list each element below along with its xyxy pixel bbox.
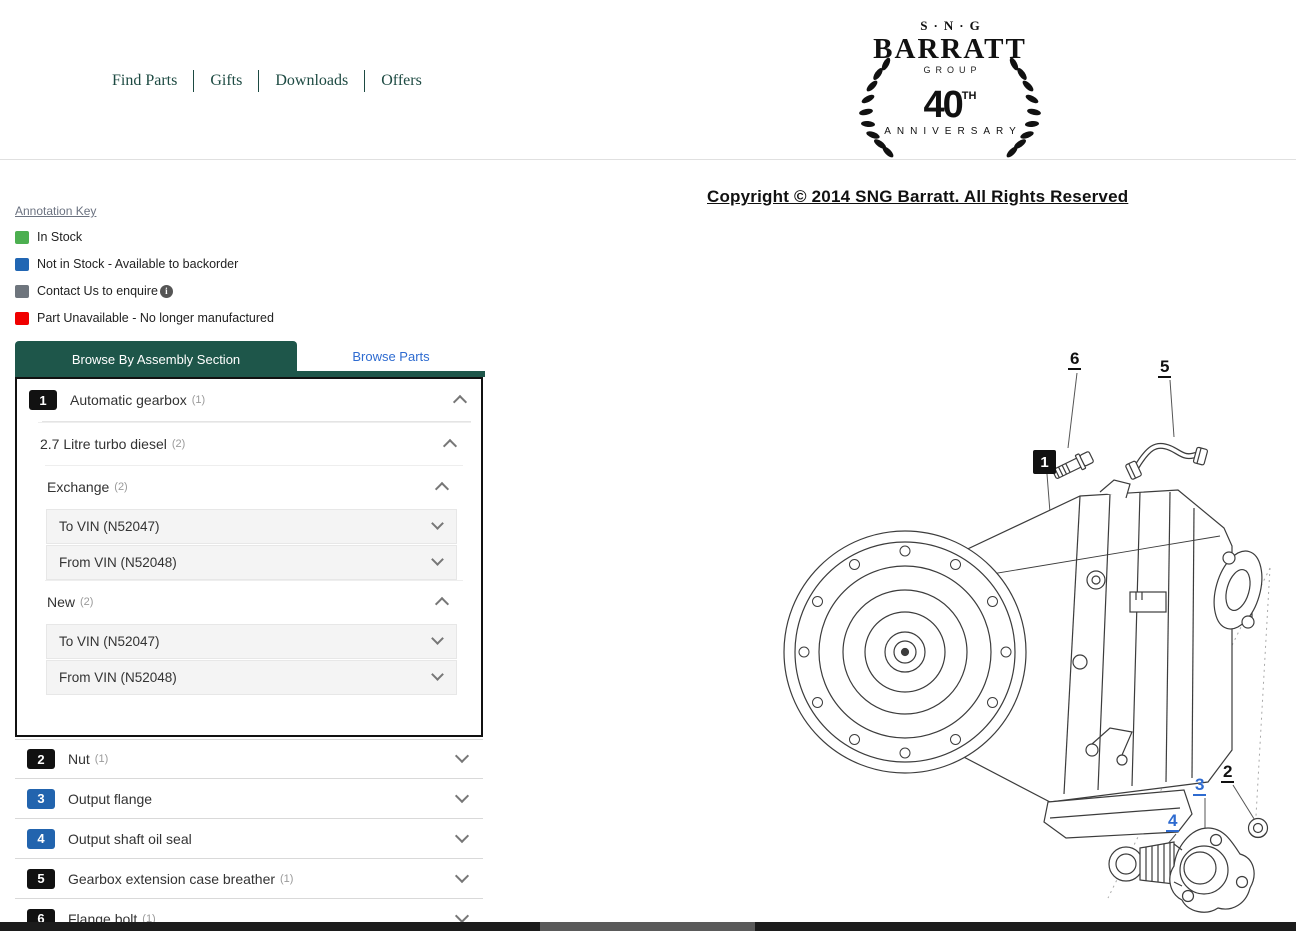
nav-find-parts[interactable]: Find Parts xyxy=(96,70,194,92)
group-label: New xyxy=(47,594,75,610)
section-output-flange[interactable]: 3 Output flange xyxy=(15,779,483,819)
variant-27-litre-turbo-diesel[interactable]: 2.7 Litre turbo diesel (2) xyxy=(38,422,471,465)
part-nut xyxy=(1249,819,1268,838)
part-flange-bolt xyxy=(1051,449,1095,481)
callout-4-oil-seal[interactable]: 4 xyxy=(1166,811,1179,832)
callout-5-breather[interactable]: 5 xyxy=(1158,357,1171,378)
chevron-down-icon xyxy=(431,553,444,566)
sng-barratt-logo: S·N·G BARRATT GROUP 40TH ANNIVERSARY xyxy=(852,18,1048,148)
option-exchange-to-vin[interactable]: To VIN (N52047) xyxy=(46,509,457,544)
laurel-left-icon xyxy=(850,56,896,160)
section-label: Automatic gearbox xyxy=(70,392,187,408)
option-label: To VIN (N52047) xyxy=(59,519,160,534)
legend-unavailable: Part Unavailable - No longer manufacture… xyxy=(15,311,274,325)
scrollbar-thumb[interactable] xyxy=(540,922,755,931)
legend-backorder: Not in Stock - Available to backorder xyxy=(15,257,274,271)
section-automatic-gearbox[interactable]: 1 Automatic gearbox (1) xyxy=(17,379,481,421)
option-label: From VIN (N52048) xyxy=(59,555,177,570)
group-new[interactable]: New (2) xyxy=(45,580,463,623)
part-breather-pipe xyxy=(1125,446,1208,480)
chevron-down-icon xyxy=(455,908,469,922)
page: Find Parts Gifts Downloads Offers xyxy=(0,0,1296,931)
section-label: Output flange xyxy=(68,791,152,807)
chevron-up-icon xyxy=(435,597,449,611)
legend-label: In Stock xyxy=(37,230,82,244)
chevron-down-icon xyxy=(431,632,444,645)
section-number-badge: 1 xyxy=(29,390,57,410)
tab-browse-parts[interactable]: Browse Parts xyxy=(297,341,485,371)
variant-label: 2.7 Litre turbo diesel xyxy=(40,436,167,452)
bell-housing xyxy=(784,531,1026,773)
assembly-section-panel: 1 Automatic gearbox (1) 2.7 Litre turbo … xyxy=(15,377,483,737)
chevron-down-icon xyxy=(455,788,469,802)
enquire-swatch-icon xyxy=(15,285,29,298)
variant-count: (2) xyxy=(172,438,185,450)
legend-label: Part Unavailable - No longer manufacture… xyxy=(37,311,274,325)
part-output-flange xyxy=(1109,828,1254,912)
nav-gifts[interactable]: Gifts xyxy=(194,70,259,92)
legend-label: Contact Us to enquire xyxy=(37,284,158,298)
group-exchange[interactable]: Exchange (2) xyxy=(45,465,463,508)
section-label: Nut xyxy=(68,751,90,767)
section-gearbox-extension-case-breather[interactable]: 5 Gearbox extension case breather (1) xyxy=(15,859,483,899)
option-new-to-vin[interactable]: To VIN (N52047) xyxy=(46,624,457,659)
group-count: (2) xyxy=(80,596,93,608)
legend-in-stock: In Stock xyxy=(15,230,274,244)
unavailable-swatch-icon xyxy=(15,312,29,325)
browse-tabs: Browse By Assembly Section Browse Parts xyxy=(15,341,485,377)
annotation-key-title[interactable]: Annotation Key xyxy=(15,204,274,218)
section-count: (1) xyxy=(280,873,293,885)
section-number-badge: 3 xyxy=(27,789,55,809)
chevron-up-icon xyxy=(443,439,457,453)
chevron-down-icon xyxy=(431,668,444,681)
horizontal-scrollbar[interactable] xyxy=(0,922,1296,931)
section-label: Gearbox extension case breather xyxy=(68,871,275,887)
option-label: From VIN (N52048) xyxy=(59,670,177,685)
option-label: To VIN (N52047) xyxy=(59,634,160,649)
group-count: (2) xyxy=(114,481,127,493)
callout-1-automatic-gearbox[interactable]: 1 xyxy=(1033,450,1056,474)
in-stock-swatch-icon xyxy=(15,231,29,244)
section-nut[interactable]: 2 Nut (1) xyxy=(15,739,483,779)
info-icon[interactable]: i xyxy=(160,285,173,298)
gearbox-exploded-diagram xyxy=(780,330,1296,931)
main-nav: Find Parts Gifts Downloads Offers xyxy=(96,70,438,92)
section-number-badge: 4 xyxy=(27,829,55,849)
section-number-badge: 5 xyxy=(27,869,55,889)
header: Find Parts Gifts Downloads Offers xyxy=(0,0,1296,160)
section-label: Output shaft oil seal xyxy=(68,831,192,847)
laurel-right-icon xyxy=(1004,56,1050,160)
group-label: Exchange xyxy=(47,479,109,495)
section-number-badge: 2 xyxy=(27,749,55,769)
legend-label: Not in Stock - Available to backorder xyxy=(37,257,238,271)
chevron-down-icon xyxy=(455,868,469,882)
annotation-key: Annotation Key In Stock Not in Stock - A… xyxy=(15,204,274,338)
chevron-down-icon xyxy=(455,749,469,763)
nav-downloads[interactable]: Downloads xyxy=(259,70,365,92)
option-exchange-from-vin[interactable]: From VIN (N52048) xyxy=(46,545,457,580)
logo-sng-text: S·N·G xyxy=(852,18,1048,34)
nav-offers[interactable]: Offers xyxy=(365,70,438,92)
callout-3-output-flange[interactable]: 3 xyxy=(1193,775,1206,796)
callout-2-nut[interactable]: 2 xyxy=(1221,762,1234,783)
chevron-down-icon xyxy=(455,828,469,842)
legend-enquire: Contact Us to enquire i xyxy=(15,284,274,298)
backorder-swatch-icon xyxy=(15,258,29,271)
option-new-from-vin[interactable]: From VIN (N52048) xyxy=(46,660,457,695)
callout-6-flange-bolt[interactable]: 6 xyxy=(1068,349,1081,370)
copyright-heading: Copyright © 2014 SNG Barratt. All Rights… xyxy=(707,187,1128,207)
section-count: (1) xyxy=(95,753,108,765)
section-output-shaft-oil-seal[interactable]: 4 Output shaft oil seal xyxy=(15,819,483,859)
chevron-down-icon xyxy=(431,517,444,530)
chevron-up-icon xyxy=(453,395,467,409)
chevron-up-icon xyxy=(435,482,449,496)
assembly-sections-list: 2 Nut (1) 3 Output flange 4 Output shaft… xyxy=(15,739,483,931)
section-count: (1) xyxy=(192,394,205,406)
